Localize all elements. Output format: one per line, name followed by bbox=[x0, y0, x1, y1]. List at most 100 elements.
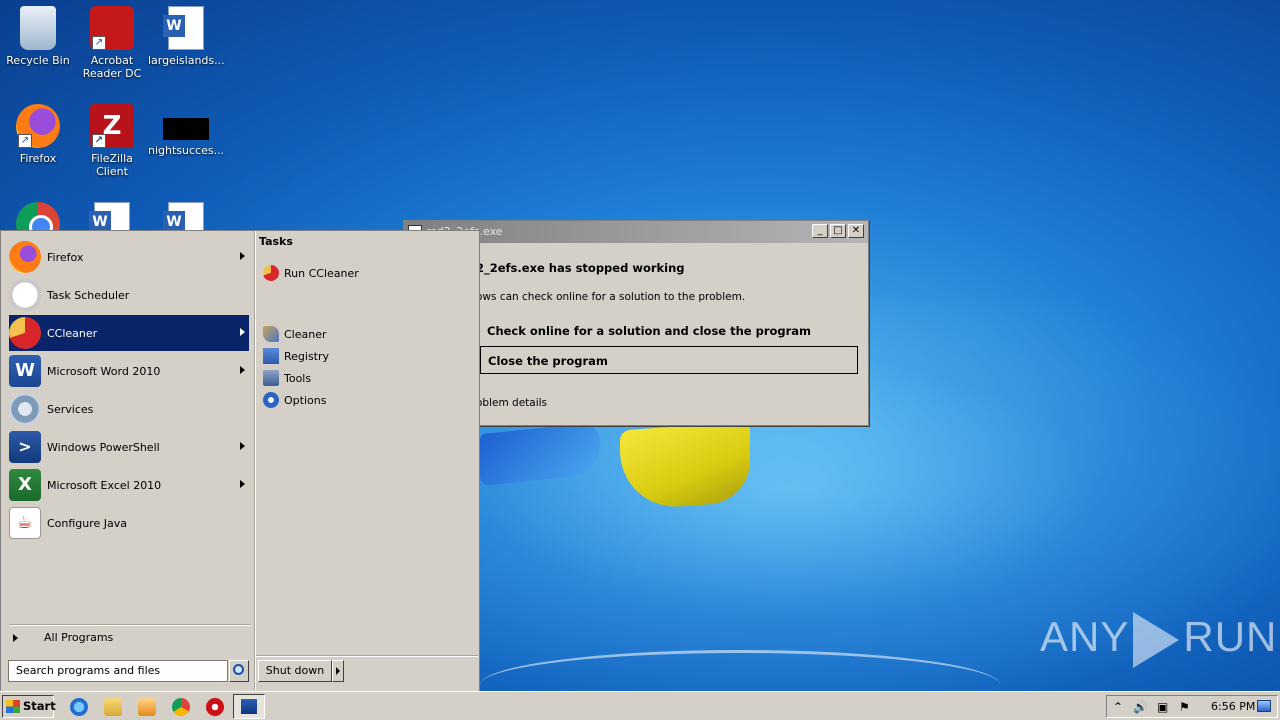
divider bbox=[254, 231, 256, 692]
start-item-label: Microsoft Excel 2010 bbox=[47, 478, 162, 492]
start-button[interactable]: Start bbox=[2, 695, 56, 718]
start-label: Start bbox=[23, 699, 56, 713]
black-file-icon bbox=[163, 118, 209, 140]
start-item-label: Windows PowerShell bbox=[47, 440, 160, 454]
dialog-headline: 2_2efs.exe has stopped working bbox=[476, 261, 685, 275]
start-item-label: Configure Java bbox=[47, 516, 128, 530]
desktop-icon-label: Acrobat Reader DC bbox=[82, 54, 142, 80]
volume-icon[interactable]: 🔊 bbox=[1133, 700, 1148, 714]
check-online-option[interactable]: Check online for a solution and close th… bbox=[480, 317, 858, 345]
ccleaner-icon bbox=[263, 265, 279, 281]
brush-icon bbox=[263, 326, 279, 342]
start-item-ccleaner[interactable]: CCleaner bbox=[9, 315, 249, 351]
windows-logo-icon bbox=[6, 700, 20, 713]
divider bbox=[256, 655, 478, 657]
chrome-icon[interactable] bbox=[172, 698, 190, 716]
close-button[interactable]: ✕ bbox=[848, 224, 864, 238]
firefox-icon: ↗ bbox=[16, 104, 60, 148]
play-icon bbox=[1133, 612, 1180, 668]
submenu-label: Registry bbox=[284, 349, 330, 363]
desktop-icon-recycle-bin[interactable]: Recycle Bin bbox=[0, 6, 76, 67]
task-label: Run CCleaner bbox=[284, 266, 359, 280]
all-programs-button[interactable]: All Programs bbox=[13, 631, 113, 644]
start-item-word[interactable]: W Microsoft Word 2010 bbox=[9, 353, 249, 389]
media-player-icon[interactable] bbox=[138, 698, 156, 716]
search-icon bbox=[233, 664, 244, 675]
start-item-label: Firefox bbox=[47, 250, 84, 264]
desktop-icon-label: nightsucces... bbox=[148, 144, 225, 157]
opera-icon[interactable] bbox=[206, 698, 224, 716]
registry-icon bbox=[263, 348, 279, 364]
gear-icon bbox=[263, 392, 279, 408]
excel-icon: X bbox=[9, 469, 41, 501]
submenu-arrow-icon bbox=[240, 328, 245, 336]
start-item-excel[interactable]: X Microsoft Excel 2010 bbox=[9, 467, 249, 503]
folder-icon[interactable] bbox=[104, 698, 122, 716]
shut-down-options-button[interactable] bbox=[332, 660, 344, 682]
search-input[interactable]: Search programs and files bbox=[8, 660, 228, 682]
task-run-ccleaner[interactable]: Run CCleaner bbox=[263, 265, 359, 281]
clock[interactable]: 6:56 PM bbox=[1211, 700, 1255, 713]
action-center-flag-icon[interactable]: ⚑ bbox=[1179, 700, 1190, 714]
acrobat-icon: ↗ bbox=[90, 6, 134, 50]
show-desktop-button[interactable] bbox=[1257, 700, 1271, 712]
maximize-button[interactable]: □ bbox=[830, 224, 846, 238]
desktop-icon-label: FileZilla Client bbox=[91, 152, 133, 178]
firefox-icon bbox=[9, 241, 41, 273]
shortcut-arrow-icon: ↗ bbox=[18, 134, 32, 148]
recycle-bin-icon bbox=[20, 6, 56, 50]
start-menu: Firefox Task Scheduler CCleaner W Micros… bbox=[0, 230, 480, 692]
start-item-label: Services bbox=[47, 402, 94, 416]
submenu-label: Options bbox=[284, 393, 327, 407]
tasks-header: Tasks bbox=[259, 235, 293, 248]
start-item-label: CCleaner bbox=[47, 326, 98, 340]
start-item-services[interactable]: Services bbox=[9, 391, 249, 427]
shortcut-arrow-icon: ↗ bbox=[92, 134, 106, 148]
start-item-powershell[interactable]: > Windows PowerShell bbox=[9, 429, 249, 465]
desktop-icon-firefox[interactable]: ↗ Firefox bbox=[0, 104, 76, 165]
desktop-icon-label: Firefox bbox=[19, 152, 57, 165]
desktop-icon-largeislands[interactable]: W largeislands... bbox=[148, 6, 225, 67]
divider bbox=[9, 624, 251, 626]
desktop-icon-acrobat[interactable]: ↗ Acrobat Reader DC bbox=[74, 6, 150, 80]
active-task-button[interactable] bbox=[233, 694, 265, 719]
submenu-registry[interactable]: Registry bbox=[263, 348, 329, 364]
submenu-options[interactable]: Options bbox=[263, 392, 326, 408]
all-programs-label: All Programs bbox=[44, 631, 114, 644]
gears-icon bbox=[9, 393, 41, 425]
submenu-arrow-icon bbox=[240, 252, 245, 260]
problem-details-toggle[interactable]: oblem details bbox=[476, 397, 547, 409]
start-item-label: Task Scheduler bbox=[47, 288, 130, 302]
desktop-icon-label: Recycle Bin bbox=[6, 54, 70, 67]
java-icon: ☕ bbox=[9, 507, 41, 539]
shut-down-button[interactable]: Shut down bbox=[258, 660, 332, 682]
submenu-label: Tools bbox=[284, 371, 312, 385]
start-item-label: Microsoft Word 2010 bbox=[47, 364, 161, 378]
show-hidden-icons-icon[interactable]: ⌃ bbox=[1113, 700, 1123, 714]
close-program-option[interactable]: Close the program bbox=[480, 346, 858, 374]
start-item-java[interactable]: ☕ Configure Java bbox=[9, 505, 249, 541]
network-icon[interactable]: ▣ bbox=[1157, 700, 1168, 714]
internet-explorer-icon[interactable] bbox=[70, 698, 88, 716]
start-item-firefox[interactable]: Firefox bbox=[9, 239, 249, 275]
clock-icon bbox=[9, 279, 41, 311]
submenu-arrow-icon bbox=[240, 366, 245, 374]
start-item-task-scheduler[interactable]: Task Scheduler bbox=[9, 277, 249, 313]
word-document-icon: W bbox=[163, 6, 204, 50]
word-icon: W bbox=[9, 355, 41, 387]
triangle-right-icon bbox=[13, 633, 18, 642]
submenu-label: Cleaner bbox=[284, 327, 327, 341]
taskbar: Start ⌃ 🔊 ▣ ⚑ 6:56 PM bbox=[0, 691, 1280, 720]
dialog-subtext: ows can check online for a solution to t… bbox=[476, 291, 746, 303]
toolbox-icon bbox=[263, 370, 279, 386]
search-button[interactable] bbox=[229, 660, 249, 682]
minimize-button[interactable]: _ bbox=[812, 224, 828, 238]
desktop-icon-filezilla[interactable]: Z ↗ FileZilla Client bbox=[74, 104, 150, 178]
shortcut-arrow-icon: ↗ bbox=[92, 36, 106, 50]
ccleaner-icon bbox=[9, 317, 41, 349]
start-menu-programs: Firefox Task Scheduler CCleaner W Micros… bbox=[3, 233, 253, 653]
submenu-cleaner[interactable]: Cleaner bbox=[263, 326, 327, 342]
desktop-icon-nightsucces[interactable]: nightsucces... bbox=[148, 104, 224, 157]
submenu-tools[interactable]: Tools bbox=[263, 370, 311, 386]
filezilla-icon: Z ↗ bbox=[90, 104, 134, 148]
